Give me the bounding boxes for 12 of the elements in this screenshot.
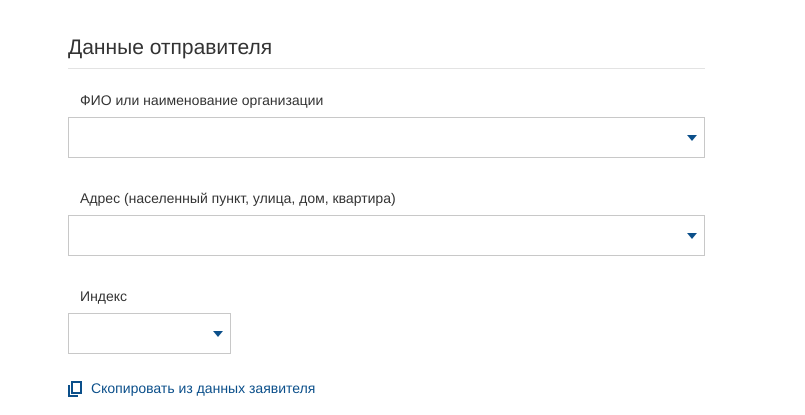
section-title: Данные отправителя	[68, 34, 705, 69]
caret-icon	[687, 233, 697, 239]
caret-icon	[213, 331, 223, 337]
dropdown-field[interactable]	[68, 313, 231, 354]
copy-icon	[68, 380, 82, 396]
copy-link[interactable]: Скопировать из данных заявителя	[91, 378, 316, 399]
caret-icon	[687, 135, 697, 141]
field-label: ФИО или наименование организации	[79, 91, 324, 109]
dropdown-field[interactable]	[68, 117, 705, 158]
field-label: Адрес (населенный пункт, улица, дом, квартира)	[79, 189, 397, 207]
field-label: Индекс	[79, 287, 128, 305]
dropdown-field[interactable]	[68, 215, 705, 256]
